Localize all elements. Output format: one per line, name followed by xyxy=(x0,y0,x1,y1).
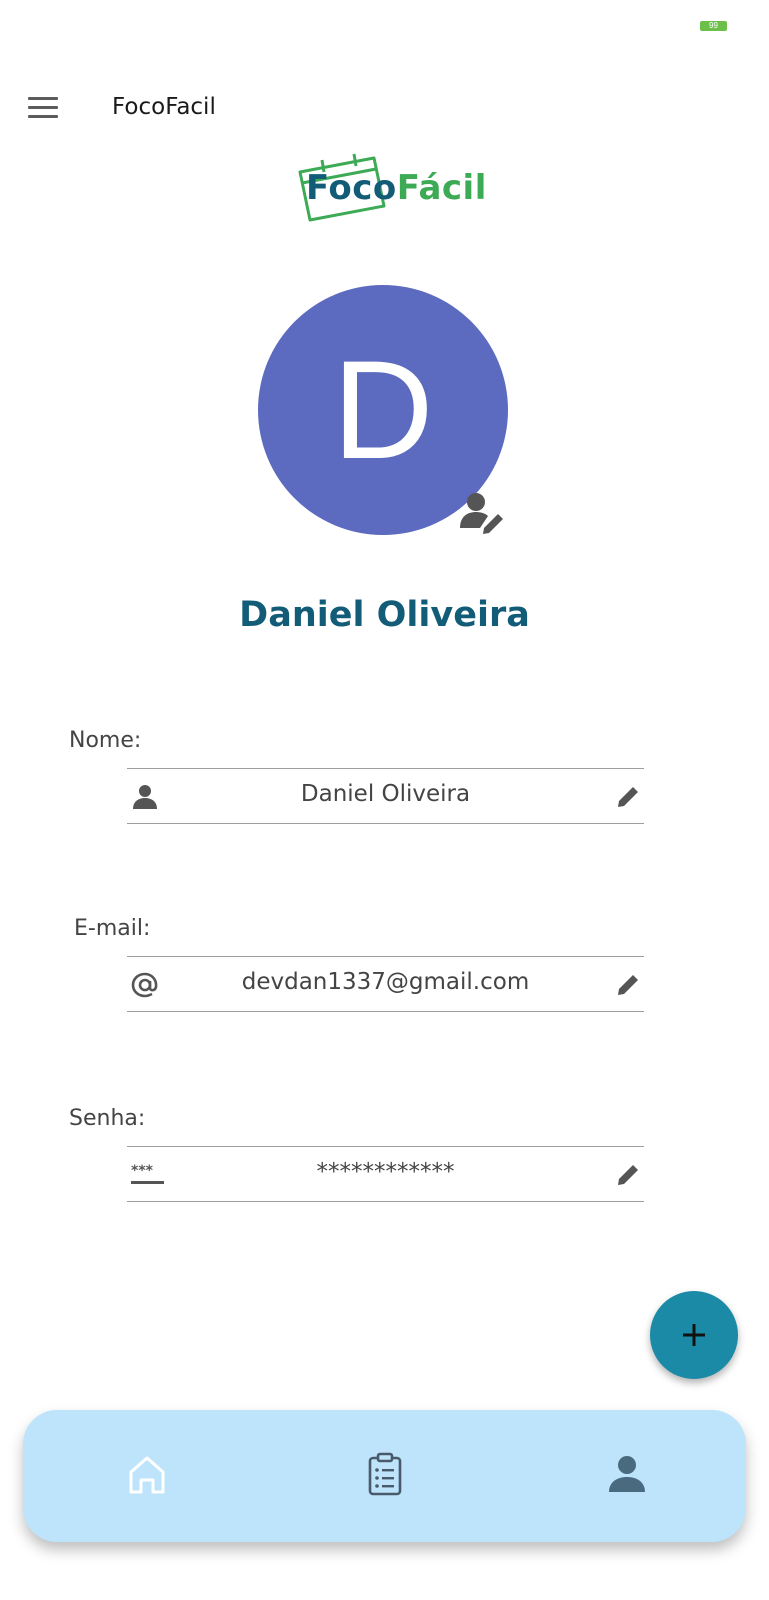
email-field[interactable]: devdan1337@gmail.com xyxy=(127,956,644,1012)
logo-text: FocoFácil xyxy=(306,168,487,208)
app-title: FocoFacil xyxy=(112,94,216,120)
person-edit-icon[interactable] xyxy=(458,490,506,534)
at-sign-icon xyxy=(131,972,158,998)
nav-tasks[interactable] xyxy=(361,1450,409,1498)
nav-home[interactable] xyxy=(123,1450,171,1498)
clipboard-list-icon xyxy=(368,1452,402,1496)
battery-indicator: 99 xyxy=(700,21,727,31)
plus-icon xyxy=(683,1324,705,1346)
avatar-letter: D xyxy=(332,331,434,488)
email-value: devdan1337@gmail.com xyxy=(241,969,530,995)
name-label: Nome: xyxy=(69,728,142,753)
app-bar: FocoFacil xyxy=(0,80,769,136)
svg-text:***: *** xyxy=(131,1163,154,1179)
nav-profile[interactable] xyxy=(603,1450,651,1498)
person-icon xyxy=(609,1456,645,1492)
name-value: Daniel Oliveira xyxy=(300,781,471,807)
name-field[interactable]: Daniel Oliveira xyxy=(127,768,644,824)
person-icon xyxy=(133,785,157,809)
password-field[interactable]: *** ************ xyxy=(127,1146,644,1202)
email-label: E-mail: xyxy=(74,916,151,941)
pencil-icon[interactable] xyxy=(614,1161,642,1189)
password-icon: *** xyxy=(131,1163,164,1184)
bottom-nav xyxy=(23,1410,746,1542)
menu-icon[interactable] xyxy=(28,97,58,119)
password-value: ************ xyxy=(316,1159,455,1185)
pencil-icon[interactable] xyxy=(614,783,642,811)
pencil-icon[interactable] xyxy=(614,971,642,999)
add-button[interactable] xyxy=(650,1291,738,1379)
password-label: Senha: xyxy=(69,1106,146,1131)
profile-name: Daniel Oliveira xyxy=(239,595,530,635)
focofacil-logo: FocoFácil xyxy=(294,150,487,225)
home-icon xyxy=(129,1456,165,1494)
